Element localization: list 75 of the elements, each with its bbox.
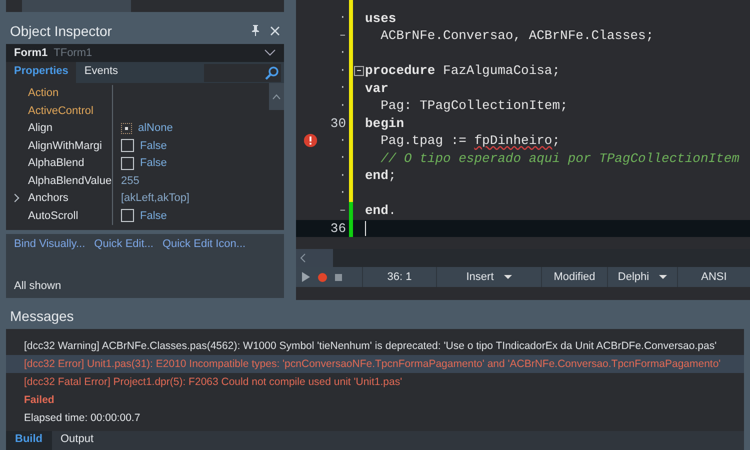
line-number: · (338, 170, 346, 182)
property-name: Anchors (28, 192, 68, 204)
property-name: Align (28, 122, 52, 134)
line-number: · (338, 100, 346, 112)
property-value[interactable]: False (140, 140, 167, 152)
tab[interactable]: Build (6, 431, 52, 450)
panel-title: Object Inspector (10, 22, 113, 38)
link[interactable]: Quick Edit... (94, 238, 154, 250)
play-icon[interactable] (302, 272, 310, 282)
horizontal-scrollbar[interactable] (296, 249, 750, 267)
modified-status: Modified (542, 267, 608, 287)
line-number: – (338, 204, 346, 217)
code-line: Pag.tpag := fpDinheiro; (380, 133, 560, 148)
tab[interactable]: Events (76, 62, 126, 82)
code-line: end. (365, 203, 396, 218)
property-name: ActiveControl (28, 104, 94, 117)
code-line: // O tipo esperado aqui por TPagCollectionItem (380, 150, 740, 166)
pin-icon[interactable] (251, 25, 260, 36)
search-icon (265, 66, 279, 80)
object-selector[interactable]: Form1 TForm1 (6, 44, 284, 62)
message[interactable]: [dcc32 Fatal Error] Project1.dpr(5): F2063 Could not compile used unit 'Unit1.pas' (6, 373, 744, 391)
line-number: · (338, 64, 346, 77)
property-name: AutoScroll (28, 210, 78, 222)
message[interactable]: Failed (6, 391, 744, 409)
message[interactable]: [dcc32 Error] Unit1.pas(31): E2010 Incompatible types: 'pcnConversaoNFe.TpcnFormaPagamento' and 'ACBrNFe.Conversao.TpcnFormaPagamento' (6, 355, 744, 373)
filter-status: All shown (14, 280, 62, 294)
stop-icon[interactable] (335, 274, 342, 280)
code-line: Pag: TPagCollectionItem; (380, 98, 568, 114)
dotted-square-icon (121, 122, 132, 134)
property-name: Action (28, 87, 59, 100)
line-number: 30 (329, 116, 346, 131)
code-line: begin (365, 116, 404, 131)
line-number: · (338, 47, 346, 60)
property-value[interactable]: 255 (121, 174, 140, 187)
collapse-icon[interactable] (354, 66, 364, 76)
dropdown-caret-icon[interactable] (659, 275, 668, 279)
property-name: AlignWithMargi (28, 140, 102, 152)
tab[interactable]: Properties (6, 62, 76, 82)
panel-title: Messages (9, 307, 75, 326)
code-line: procedure FazAlgumaCoisa; (365, 63, 560, 78)
chevron-down-icon (264, 49, 276, 56)
search-field[interactable] (204, 64, 281, 82)
checkbox[interactable] (121, 156, 134, 170)
code-line: uses (365, 10, 396, 26)
property-value[interactable]: [akLeft,akTop] (121, 192, 190, 204)
cursor-position: 36: 1 (363, 267, 437, 287)
horizontal-scrollbar[interactable] (6, 0, 284, 12)
property-value[interactable]: False (140, 210, 167, 222)
dropdown-caret-icon[interactable] (504, 275, 512, 279)
line-number: 36 (329, 220, 346, 236)
property-name: AlphaBlendValue (28, 174, 112, 187)
text-cursor (365, 220, 366, 236)
close-icon[interactable] (270, 26, 280, 36)
tab[interactable]: Output (52, 431, 103, 450)
property-value[interactable]: False (140, 157, 167, 170)
line-number: · (338, 82, 346, 94)
property-value[interactable]: alNone (138, 122, 173, 134)
line-number: – (338, 30, 346, 42)
line-number: · (338, 12, 346, 24)
code-line: ACBrNFe.Conversao, ACBrNFe.Classes; (380, 28, 654, 44)
code-line: end; (365, 168, 396, 184)
message[interactable]: [dcc32 Warning] ACBrNFe.Classes.pas(4562): W1000 Symbol 'tieNenhum' is deprecated: 'Use o tipo TIndicadorEx da Unit ACBrDFe.Conversao.pas' (6, 337, 744, 355)
link[interactable]: Bind Visually... (14, 238, 86, 250)
code-line: var (365, 80, 388, 96)
line-number: · (338, 187, 346, 200)
encoding: ANSI (700, 270, 728, 285)
checkbox[interactable] (121, 139, 134, 152)
checkbox[interactable] (121, 209, 134, 222)
link[interactable]: Quick Edit Icon... (162, 238, 246, 250)
line-number: · (338, 134, 346, 147)
editor-mode: Insert (466, 271, 494, 283)
message[interactable]: Elapsed time: 00:00:00.7 (6, 409, 744, 427)
property-name: AlphaBlend (28, 157, 84, 170)
language: Delphi (618, 271, 650, 283)
line-number: · (338, 152, 346, 164)
